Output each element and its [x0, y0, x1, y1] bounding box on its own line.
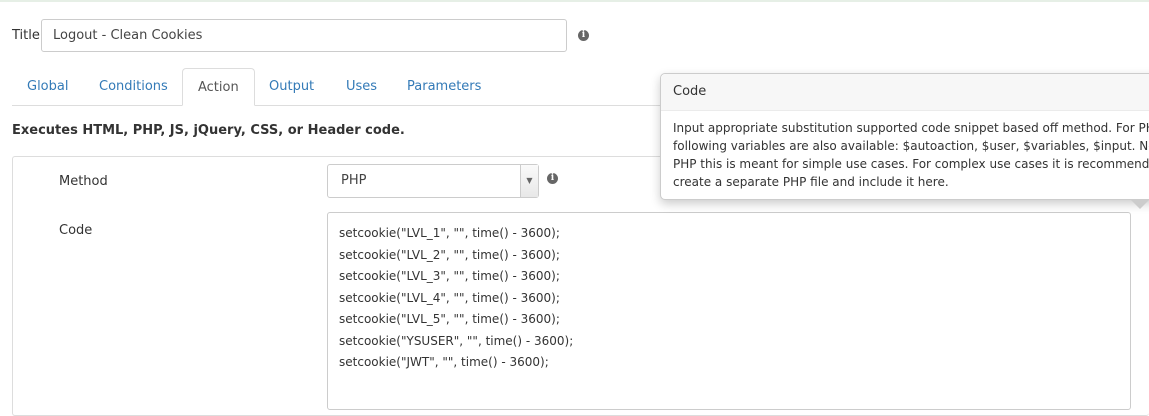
tab-conditions[interactable]: Conditions	[84, 68, 183, 105]
popover-title: Code	[661, 74, 1149, 111]
method-selected-value: PHP	[341, 173, 367, 188]
code-line: setcookie("LVL_3", "", time() - 3600);	[339, 269, 560, 283]
popover-text-line: create a separate PHP file and include i…	[673, 175, 949, 189]
popover-text-line: Input appropriate substitution supported…	[673, 121, 1149, 135]
code-label: Code	[59, 223, 93, 238]
code-line: setcookie("YSUSER", "", time() - 3600);	[339, 333, 574, 348]
method-select[interactable]: PHP ▼	[327, 164, 539, 198]
code-editor[interactable]: setcookie("LVL_1", "", time() - 3600); s…	[327, 212, 1131, 410]
code-line: setcookie("LVL_4", "", time() - 3600);	[339, 290, 560, 305]
tab-action[interactable]: Action	[182, 68, 255, 106]
code-help-popover: Code Input appropriate substitution supp…	[660, 73, 1149, 200]
tab-output[interactable]: Output	[254, 68, 329, 105]
code-line: setcookie("JWT", "", time() - 3600);	[339, 355, 549, 369]
code-line: setcookie("LVL_1", "", time() - 3600);	[339, 226, 560, 240]
popover-text-line: following variables are also available: …	[673, 139, 1149, 153]
title-input[interactable]: Logout - Clean Cookies	[41, 19, 567, 52]
action-description: Executes HTML, PHP, JS, jQuery, CSS, or …	[12, 123, 405, 138]
code-line: setcookie("LVL_5", "", time() - 3600);	[339, 312, 560, 326]
popover-text-line: PHP this is meant for simple use cases. …	[673, 157, 1149, 171]
tab-uses[interactable]: Uses	[331, 68, 392, 105]
info-icon[interactable]: i	[578, 30, 589, 41]
tab-parameters[interactable]: Parameters	[392, 68, 496, 105]
popover-body: Input appropriate substitution supported…	[661, 111, 1149, 199]
popover-arrow	[1131, 200, 1149, 209]
chevron-down-icon[interactable]: ▼	[520, 165, 538, 197]
tab-global[interactable]: Global	[12, 68, 83, 105]
method-label: Method	[59, 174, 108, 189]
top-divider	[0, 0, 1149, 2]
code-line: setcookie("LVL_2", "", time() - 3600);	[339, 247, 560, 262]
title-label: Title	[12, 28, 40, 43]
info-icon[interactable]: i	[547, 173, 558, 184]
